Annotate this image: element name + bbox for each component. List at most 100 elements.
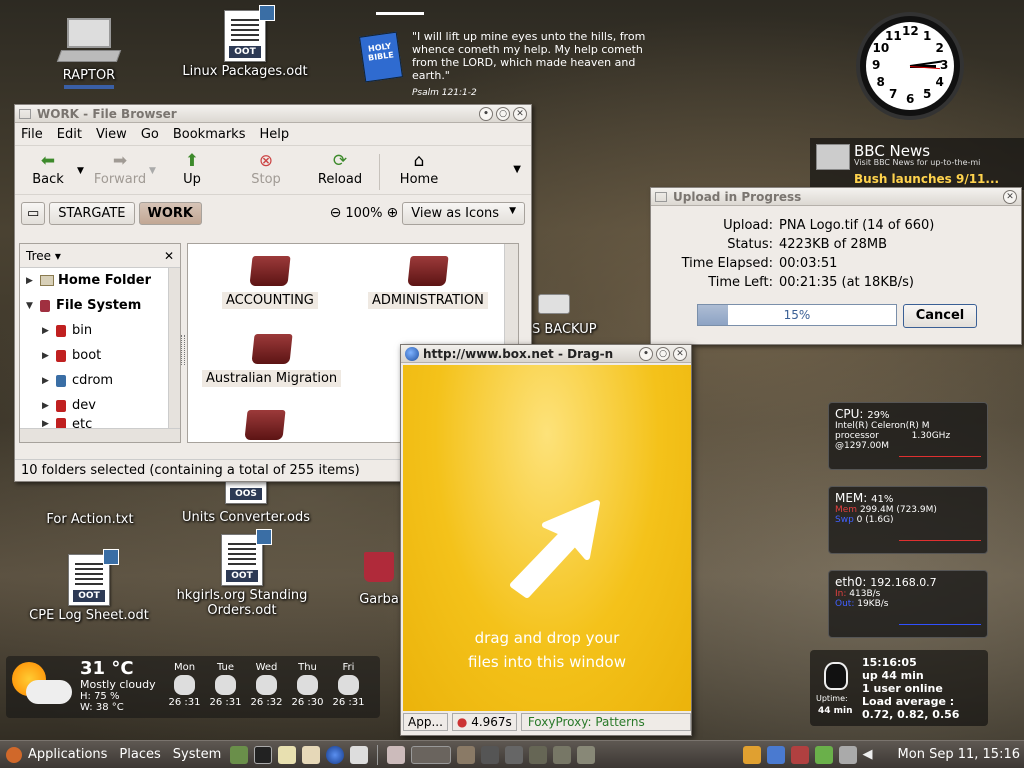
panel-clock[interactable]: Mon Sep 11, 15:16	[898, 747, 1020, 762]
folder-accounting[interactable]: ACCOUNTING	[222, 256, 318, 309]
tree-horizontal-scrollbar[interactable]	[20, 428, 180, 442]
taskbar-item-button[interactable]	[529, 745, 548, 764]
file-manager-icon[interactable]	[350, 745, 369, 764]
back-button[interactable]: ⬅ Back	[19, 150, 77, 187]
pane-divider-handle[interactable]	[181, 335, 185, 365]
desktop-icon-cpe-log[interactable]: OOT CPE Log Sheet.odt	[24, 549, 154, 623]
maximize-icon[interactable]: ○	[496, 106, 510, 121]
menu-file[interactable]: File	[21, 127, 43, 142]
volume-icon[interactable]: ◀	[863, 746, 881, 764]
tree-item-boot[interactable]: ▶ boot	[20, 343, 180, 368]
tree-item-filesystem[interactable]: ▼ File System	[20, 293, 180, 318]
path-toggle-button[interactable]: ▭	[21, 201, 46, 225]
path-segment-work[interactable]: WORK	[138, 201, 203, 225]
cancel-button[interactable]: Cancel	[903, 304, 977, 328]
taskbar-folder-button[interactable]	[577, 745, 596, 764]
foxyproxy-status[interactable]: FoxyProxy: Patterns	[520, 713, 691, 731]
taskbar-notes-button[interactable]	[387, 745, 406, 764]
menu-view[interactable]: View	[96, 127, 127, 142]
folder-administration[interactable]: ADMINISTRATION	[368, 256, 488, 309]
drop-zone[interactable]: drag and drop your files into this windo…	[403, 365, 691, 711]
menu-places[interactable]: Places	[119, 747, 160, 762]
mail-icon[interactable]	[302, 745, 321, 764]
desktop-icon-units-converter[interactable]: OOS Units Converter.ods	[176, 478, 316, 525]
tools-icon[interactable]	[790, 745, 809, 764]
folder-unnamed[interactable]	[244, 410, 286, 442]
upload-titlebar[interactable]: Upload in Progress ✕	[651, 188, 1021, 206]
launcher-icon[interactable]	[230, 745, 249, 764]
sun-cloud-icon	[10, 662, 72, 706]
zoom-level[interactable]: 100%	[345, 206, 382, 221]
window-menu-icon[interactable]	[19, 108, 31, 119]
minimize-icon[interactable]: •	[479, 106, 493, 121]
desktop-icon-for-action[interactable]: For Action.txt	[40, 486, 140, 527]
home-button[interactable]: ⌂ Home	[390, 150, 448, 187]
desktop-icon-hkgirls[interactable]: OOT hkgirls.org Standing Orders.odt	[172, 529, 312, 618]
file-browser-titlebar[interactable]: WORK - File Browser • ○ ✕	[15, 105, 531, 123]
window-menu-icon[interactable]	[655, 191, 667, 202]
weather-widget[interactable]: 31 °C Mostly cloudy H: 75 % W: 38 °C Mon…	[6, 656, 380, 718]
taskbar-window-button[interactable]	[505, 745, 524, 764]
network-icon[interactable]	[838, 745, 857, 764]
menu-bookmarks[interactable]: Bookmarks	[173, 127, 246, 142]
back-history-dropdown[interactable]: ▼	[77, 166, 91, 176]
tree-item-cdrom[interactable]: ▶ cdrom	[20, 368, 180, 393]
minimize-icon[interactable]: •	[639, 346, 653, 361]
menu-applications[interactable]: Applications	[28, 747, 107, 762]
view-mode-select[interactable]: View as Icons ▼	[402, 201, 525, 225]
zoom-out-icon[interactable]: ⊖	[330, 205, 342, 221]
tree-item-dev[interactable]: ▶ dev	[20, 393, 180, 418]
menu-help[interactable]: Help	[259, 127, 289, 142]
taskbar-update-button[interactable]	[481, 745, 500, 764]
stop-button[interactable]: ⊗ Stop	[237, 150, 295, 187]
weather-wind: W: 38 °C	[80, 702, 124, 713]
up-button[interactable]: ⬆ Up	[163, 150, 221, 187]
forward-history-dropdown[interactable]: ▼	[149, 166, 163, 176]
upload-row: Upload: PNA Logo.tif (14 of 660)	[723, 218, 935, 233]
desktop-icon-label: S BACKUP	[532, 322, 597, 337]
close-icon[interactable]: ✕	[513, 106, 527, 121]
clock-numeral: 11	[885, 28, 902, 43]
clock-numeral: 8	[876, 75, 885, 89]
battery-icon[interactable]	[814, 745, 833, 764]
bbc-headline[interactable]: Bush launches 9/11...	[854, 172, 999, 186]
tree-vertical-scrollbar[interactable]	[168, 268, 180, 428]
forecast-day: Fri 26 :31	[332, 662, 365, 708]
zoom-in-icon[interactable]: ⊕	[387, 205, 399, 221]
desktop-icon-garbage[interactable]: Garba	[356, 552, 402, 607]
back-arrow-icon: ⬅	[40, 151, 56, 171]
desktop-icon-raptor[interactable]: RAPTOR	[54, 18, 124, 89]
path-segment-stargate[interactable]: STARGATE	[49, 201, 135, 225]
desktop-icon-label: Garba	[359, 592, 399, 607]
taskbar-browser-button[interactable]	[411, 745, 452, 764]
puzzle-icon[interactable]	[766, 745, 785, 764]
forward-button[interactable]: ➡ Forward	[91, 150, 149, 187]
close-icon[interactable]: ✕	[673, 346, 687, 361]
notification-icon[interactable]	[742, 745, 761, 764]
tree-item-home[interactable]: ▶ Home Folder	[20, 268, 180, 293]
menu-system[interactable]: System	[173, 747, 221, 762]
menu-go[interactable]: Go	[141, 127, 159, 142]
toolbar-overflow-arrow[interactable]: ▼	[513, 164, 521, 175]
sidebar-mode-select[interactable]: Tree ▾	[26, 249, 164, 263]
taskbar-upload-button[interactable]	[553, 745, 572, 764]
sidebar-close-icon[interactable]: ✕	[164, 249, 174, 263]
bbc-news-widget[interactable]: BBC News Visit BBC News for up-to-the-mi…	[810, 138, 1024, 190]
taskbar-mail-button[interactable]	[457, 745, 476, 764]
desktop-icon-linux-packages[interactable]: OOT Linux Packages.odt	[180, 5, 310, 79]
maximize-icon[interactable]: ○	[656, 346, 670, 361]
desktop-icon-backup[interactable]: S BACKUP	[532, 294, 602, 337]
status-app[interactable]: App...	[403, 713, 448, 731]
gnome-foot-icon[interactable]	[6, 746, 22, 763]
text-editor-icon[interactable]	[278, 745, 297, 764]
desktop-icon-label: CPE Log Sheet.odt	[29, 608, 149, 623]
tree-item-bin[interactable]: ▶ bin	[20, 318, 180, 343]
boxnet-titlebar[interactable]: http://www.box.net - Drag-n • ○ ✕	[401, 345, 691, 363]
clock-numeral: 1	[923, 28, 932, 43]
folder-australian-migration[interactable]: Australian Migration	[202, 334, 342, 387]
terminal-icon[interactable]	[254, 745, 273, 764]
browser-icon[interactable]	[326, 745, 345, 764]
reload-button[interactable]: ⟳ Reload	[311, 150, 369, 187]
menu-edit[interactable]: Edit	[57, 127, 82, 142]
close-icon[interactable]: ✕	[1003, 189, 1017, 204]
